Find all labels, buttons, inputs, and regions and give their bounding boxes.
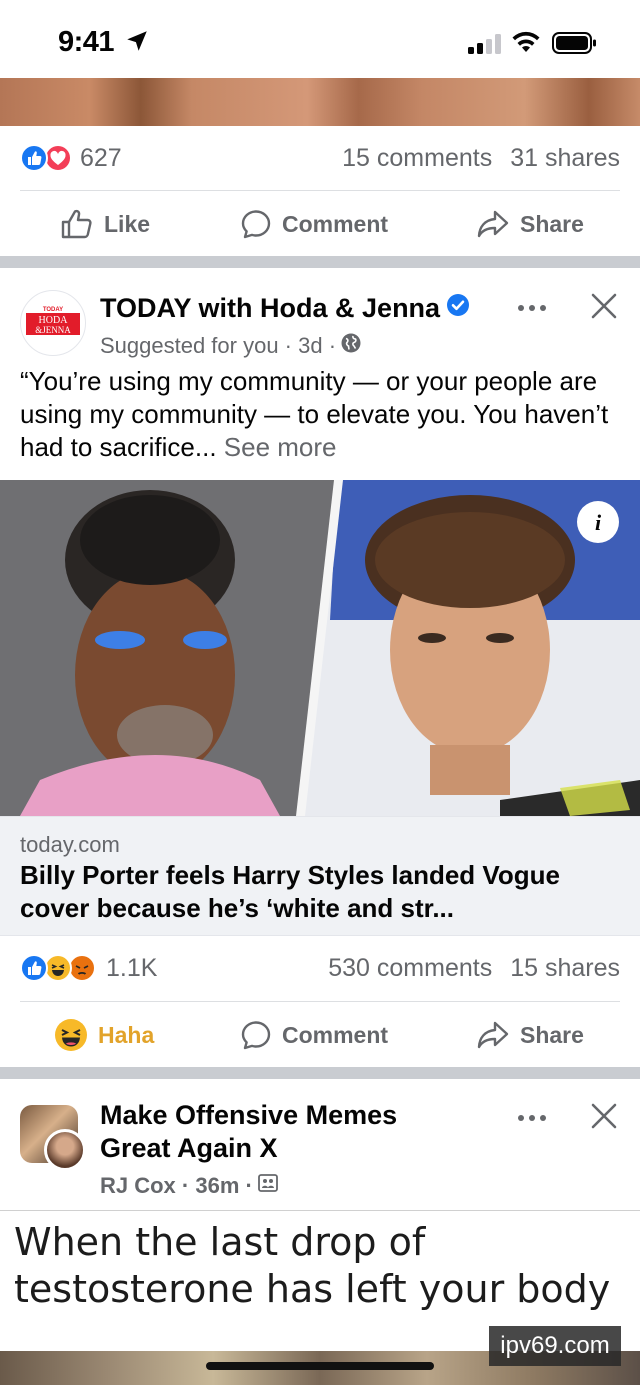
divider bbox=[20, 1001, 620, 1002]
post2-more-options-icon[interactable] bbox=[516, 300, 548, 318]
post3-header: Make Offensive Memes Great Again X RJ Co… bbox=[0, 1079, 640, 1209]
post1-comments-link[interactable]: 15 comments bbox=[342, 144, 492, 172]
post1-shares-link[interactable]: 31 shares bbox=[510, 144, 620, 172]
svg-text:i: i bbox=[595, 510, 602, 535]
post2-reactions-row: 1.1K 530 comments 15 shares bbox=[0, 938, 640, 1002]
meme-caption-line1: When the last drop of bbox=[14, 1220, 426, 1264]
post3-hide-close-icon[interactable] bbox=[590, 1102, 618, 1135]
post2-link-preview[interactable]: today.com Billy Porter feels Harry Style… bbox=[0, 816, 640, 936]
avatar-logo-line2: &JENNA bbox=[35, 325, 71, 335]
see-more-link[interactable]: See more bbox=[224, 432, 337, 462]
post2-share-button[interactable]: Share bbox=[476, 1003, 584, 1067]
like-reaction-icon bbox=[20, 144, 48, 172]
post3-more-options-icon[interactable] bbox=[516, 1110, 548, 1128]
group-avatar[interactable] bbox=[20, 1105, 86, 1171]
cellular-signal-icon bbox=[468, 34, 502, 59]
post1-comment-button[interactable]: Comment bbox=[240, 192, 388, 256]
share-label: Share bbox=[520, 210, 584, 237]
comment-label: Comment bbox=[282, 1021, 389, 1048]
comment-bubble-icon bbox=[240, 1019, 272, 1051]
globe-icon bbox=[340, 332, 362, 360]
feed-separator bbox=[0, 256, 640, 268]
post3-group-name-line2[interactable]: Great Again X bbox=[100, 1132, 397, 1165]
haha-label: Haha bbox=[98, 1021, 155, 1048]
post2-page-name[interactable]: TODAY with Hoda & Jenna bbox=[100, 292, 440, 325]
post1-reactions-row: 627 15 comments 31 shares bbox=[0, 128, 640, 192]
meme-caption-line2: testosterone has left your body bbox=[14, 1267, 611, 1311]
status-bar: 9:41 bbox=[0, 0, 640, 78]
post2-reaction-count[interactable]: 1.1K bbox=[106, 954, 157, 983]
post1-like-button[interactable]: Like bbox=[60, 192, 150, 256]
verified-badge-icon bbox=[446, 292, 470, 325]
post1-reaction-count[interactable]: 627 bbox=[80, 144, 122, 173]
post2-engagement-stats: 530 comments 15 shares bbox=[328, 954, 620, 983]
link-domain: today.com bbox=[20, 832, 120, 857]
previous-post-photo[interactable] bbox=[0, 78, 640, 126]
like-reaction-icon bbox=[20, 954, 48, 982]
post2-link-image[interactable]: i bbox=[0, 480, 640, 816]
post3-meta: RJ Cox · 36m · bbox=[100, 1173, 253, 1198]
home-indicator[interactable] bbox=[206, 1362, 434, 1370]
link-headline: Billy Porter feels Harry Styles landed V… bbox=[20, 860, 560, 923]
share-label: Share bbox=[520, 1021, 584, 1048]
ad-info-icon[interactable]: i bbox=[576, 500, 620, 549]
location-arrow-icon bbox=[124, 28, 150, 59]
haha-emoji-icon bbox=[54, 1018, 88, 1052]
avatar-logo-top: TODAY bbox=[43, 307, 63, 313]
post1-engagement-stats: 15 comments 31 shares bbox=[342, 144, 620, 173]
comment-bubble-icon bbox=[240, 208, 272, 240]
post2-shares-link[interactable]: 15 shares bbox=[510, 954, 620, 982]
haha-reaction-icon bbox=[44, 954, 72, 982]
share-arrow-icon bbox=[476, 1020, 510, 1050]
status-time: 9:41 bbox=[58, 26, 115, 58]
watermark: ipv69.com bbox=[489, 1326, 621, 1366]
like-label: Like bbox=[104, 210, 151, 237]
post1-share-button[interactable]: Share bbox=[476, 192, 584, 256]
post2-caption: “You’re using my community — or your peo… bbox=[20, 365, 630, 464]
post2-header: TODAY HODA &JENNA TODAY with Hoda & Jenn… bbox=[0, 268, 640, 368]
wifi-icon bbox=[510, 30, 542, 59]
post2-comment-button[interactable]: Comment bbox=[240, 1003, 388, 1067]
comment-label: Comment bbox=[282, 210, 389, 237]
group-privacy-icon bbox=[257, 1172, 279, 1200]
post2-haha-reaction-button[interactable]: Haha bbox=[54, 1003, 154, 1067]
poster-profile-thumbnail bbox=[44, 1129, 86, 1171]
share-arrow-icon bbox=[476, 209, 510, 239]
post2-actions-row: Haha Comment Share bbox=[0, 1003, 640, 1067]
post2-comments-link[interactable]: 530 comments bbox=[328, 954, 492, 982]
angry-reaction-icon bbox=[68, 954, 96, 982]
post2-reaction-icons[interactable] bbox=[20, 954, 110, 984]
love-reaction-icon bbox=[44, 144, 72, 172]
battery-icon bbox=[552, 31, 598, 60]
feed-separator bbox=[0, 1067, 640, 1079]
post2-hide-close-icon[interactable] bbox=[590, 292, 618, 325]
thumbs-up-icon bbox=[60, 208, 94, 240]
divider bbox=[20, 190, 620, 191]
post3-group-name-line1[interactable]: Make Offensive Memes bbox=[100, 1099, 397, 1132]
post1-actions-row: Like Comment Share bbox=[0, 192, 640, 256]
today-show-avatar[interactable]: TODAY HODA &JENNA bbox=[20, 290, 86, 356]
post2-meta: Suggested for you · 3d · bbox=[100, 333, 337, 358]
